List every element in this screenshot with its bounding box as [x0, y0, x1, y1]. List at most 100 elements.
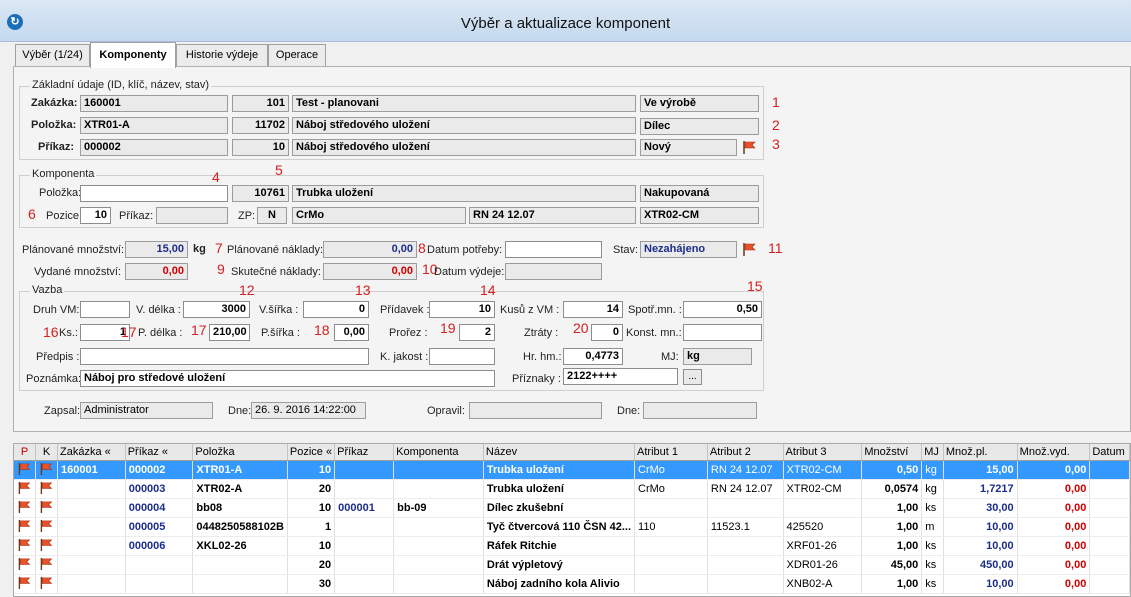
issued-qty-field[interactable]: 0,00	[125, 263, 188, 280]
p-sirka-input[interactable]: 0,00	[334, 324, 369, 341]
component-polozka-input[interactable]	[80, 185, 228, 202]
v-delka-input[interactable]: 3000	[183, 301, 250, 318]
col-header-atribut3[interactable]: Atribut 3	[783, 444, 863, 461]
table-row[interactable]: 000006 XKL02-26 10 Ráfek Ritchie XRF01-26 1,0…	[14, 536, 1130, 556]
stav-field[interactable]: Nezahájeno	[640, 241, 737, 258]
col-header-prikaz2[interactable]: Příkaz	[334, 444, 395, 461]
polozka-name-field[interactable]: Náboj středového uložení	[292, 117, 636, 134]
mj-field[interactable]: kg	[683, 348, 752, 365]
planned-cost-field[interactable]: 0,00	[323, 241, 417, 258]
zakazka-name-field[interactable]: Test - planovani	[292, 95, 636, 112]
kusu-z-vm-input[interactable]: 14	[563, 301, 623, 318]
poznamka-input[interactable]: Náboj pro středové uložení	[80, 370, 495, 387]
table-row[interactable]: 000004 bb08 10 000001 bb-09 Dílec zkušební 1,0…	[14, 498, 1130, 518]
col-header-polozka[interactable]: Položka	[192, 444, 288, 461]
v-sirka-input[interactable]: 0	[303, 301, 369, 318]
p-flag-cell[interactable]	[14, 574, 36, 594]
predpis-input[interactable]	[80, 348, 369, 365]
table-row[interactable]: 30 Náboj zadního kola Alivio XNB02-A 1,00 ks…	[14, 574, 1130, 594]
need-date-input[interactable]	[505, 241, 602, 258]
zakazka-code-field[interactable]: 160001	[80, 95, 228, 112]
ztraty-input[interactable]: 0	[591, 324, 623, 341]
k-flag-icon[interactable]	[39, 557, 54, 570]
k-flag-cell[interactable]	[35, 574, 58, 594]
col-header-p[interactable]: P	[14, 444, 36, 461]
col-header-atribut2[interactable]: Atribut 2	[707, 444, 784, 461]
col-header-k[interactable]: K	[35, 444, 58, 461]
p-flag-icon[interactable]	[17, 462, 32, 475]
k-flag-cell[interactable]	[35, 460, 58, 480]
table-row[interactable]: 000003 XTR02-A 20 Trubka uložení CrMo RN 24 1…	[14, 479, 1130, 499]
components-grid[interactable]: P K Zakázka « Příkaz « Položka Pozice « …	[13, 443, 1131, 597]
p-flag-cell[interactable]	[14, 517, 36, 537]
col-header-pozice[interactable]: Pozice «	[287, 444, 336, 461]
tab-historie-vydeje[interactable]: Historie výdeje	[176, 44, 268, 66]
col-header-datum[interactable]: Datum	[1089, 444, 1130, 461]
tab-komponenty[interactable]: Komponenty	[90, 42, 176, 68]
zakazka-state-field[interactable]: Ve výrobě	[640, 95, 759, 112]
p-flag-cell[interactable]	[14, 536, 36, 556]
p-delka-input[interactable]: 210,00	[209, 324, 250, 341]
col-header-mj[interactable]: MJ	[921, 444, 944, 461]
col-header-nazev[interactable]: Název	[483, 444, 636, 461]
table-row[interactable]: 20 Drát výpletový XDR01-26 45,00 ks 450,00 0,0…	[14, 555, 1130, 575]
dne-field[interactable]: 26. 9. 2016 14:22:00	[251, 402, 366, 419]
k-flag-icon[interactable]	[39, 538, 54, 551]
component-id-field[interactable]: 10761	[232, 185, 289, 202]
component-prikaz-field[interactable]	[156, 207, 228, 224]
col-header-mnozstvi[interactable]: Množství	[861, 444, 923, 461]
component-code-field[interactable]: XTR02-CM	[640, 207, 759, 224]
prikaz-id-field[interactable]: 10	[232, 139, 289, 156]
tab-operace[interactable]: Operace	[268, 44, 326, 66]
k-flag-cell[interactable]	[35, 536, 58, 556]
p-flag-icon[interactable]	[17, 557, 32, 570]
stav-flag-icon[interactable]	[742, 242, 757, 256]
col-header-atribut1[interactable]: Atribut 1	[634, 444, 708, 461]
col-header-zakazka[interactable]: Zakázka «	[57, 444, 126, 461]
pridavek-input[interactable]: 10	[429, 301, 495, 318]
hr-hm-input[interactable]: 0,4773	[563, 348, 623, 365]
planned-qty-field[interactable]: 15,00	[125, 241, 188, 258]
zakazka-id-field[interactable]: 101	[232, 95, 289, 112]
polozka-state-field[interactable]: Dílec	[640, 118, 759, 135]
prikaz-name-field[interactable]: Náboj středového uložení	[292, 139, 636, 156]
k-flag-cell[interactable]	[35, 517, 58, 537]
k-flag-icon[interactable]	[39, 576, 54, 589]
issue-date-field[interactable]	[505, 263, 602, 280]
k-flag-cell[interactable]	[35, 498, 58, 518]
prikaz-code-field[interactable]: 000002	[80, 139, 228, 156]
k-flag-cell[interactable]	[35, 479, 58, 499]
table-row[interactable]: 160001 000002 XTR01-A 10 Trubka uložení CrMo R…	[14, 460, 1130, 480]
opravil-field[interactable]	[469, 402, 602, 419]
priznaky-browse-button[interactable]: ...	[683, 369, 702, 385]
col-header-prikaz[interactable]: Příkaz «	[125, 444, 194, 461]
p-flag-cell[interactable]	[14, 479, 36, 499]
spotr-mn-input[interactable]: 0,50	[683, 301, 762, 318]
prikaz-flag-icon[interactable]	[742, 140, 757, 154]
p-flag-icon[interactable]	[17, 538, 32, 551]
zapsal-field[interactable]: Administrator	[80, 402, 213, 419]
component-norm-field[interactable]: RN 24 12.07	[469, 207, 636, 224]
component-name-field[interactable]: Trubka uložení	[292, 185, 636, 202]
actual-cost-field[interactable]: 0,00	[323, 263, 417, 280]
component-type-field[interactable]: Nakupovaná	[640, 185, 759, 202]
polozka-id-field[interactable]: 11702	[232, 117, 289, 134]
component-material-field[interactable]: CrMo	[292, 207, 466, 224]
prorez-input[interactable]: 2	[459, 324, 495, 341]
konst-mn-input[interactable]	[683, 324, 762, 341]
p-flag-cell[interactable]	[14, 498, 36, 518]
col-header-mnoz-pl[interactable]: Množ.pl.	[943, 444, 1018, 461]
p-flag-icon[interactable]	[17, 481, 32, 494]
priznaky-input[interactable]: 2122++++	[563, 368, 678, 385]
k-flag-icon[interactable]	[39, 462, 54, 475]
p-flag-icon[interactable]	[17, 500, 32, 513]
druh-vm-input[interactable]	[80, 301, 130, 318]
polozka-code-field[interactable]: XTR01-A	[80, 117, 228, 134]
p-flag-icon[interactable]	[17, 576, 32, 589]
p-flag-cell[interactable]	[14, 460, 36, 480]
pozice-input[interactable]: 10	[80, 207, 111, 224]
k-flag-cell[interactable]	[35, 555, 58, 575]
prikaz-state-field[interactable]: Nový	[640, 139, 737, 156]
table-row[interactable]: 000005 0448250588102B 1 Tyč čtvercová 110 Č…	[14, 517, 1130, 537]
k-flag-icon[interactable]	[39, 500, 54, 513]
